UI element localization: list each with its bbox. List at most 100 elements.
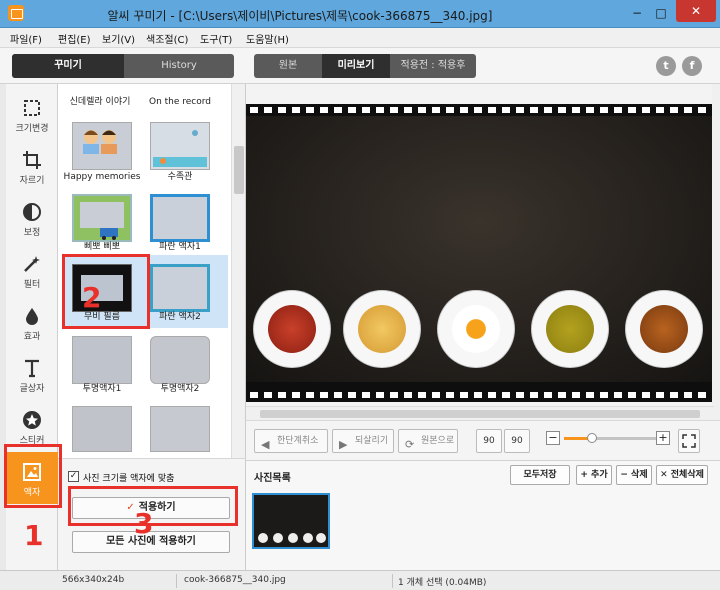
twitter-icon[interactable]: t [656,56,676,76]
frame-transparent-4[interactable] [150,406,210,452]
film-strip-frame [246,104,714,402]
zoom-slider[interactable] [564,433,656,443]
tab-preview[interactable]: 미리보기 [322,54,390,78]
frame-transparent-2[interactable] [150,336,210,384]
restore-label: 원본으로 [421,436,455,446]
left-tab-group: 꾸미기 History [12,54,234,78]
status-image-size: 566x340x24b [62,575,125,585]
tool-text[interactable]: 글상자 [6,348,58,398]
effect-drop-icon [26,308,38,325]
tool-effect[interactable]: 효과 [6,296,58,346]
food-plate [438,291,514,367]
frame-happy-memories[interactable] [72,122,132,170]
photo-list-title: 사진목록 [254,473,291,484]
restore-icon: ⟳ [405,438,415,451]
menu-color[interactable]: 색조절(C) [146,31,188,46]
save-all-button[interactable]: 모두저장 [510,465,570,485]
tool-resize[interactable]: 크기변경 [6,88,58,138]
facebook-icon[interactable]: f [682,56,702,76]
thumb-plate [316,533,326,543]
menu-tools[interactable]: 도구(T) [200,31,232,46]
tool-sticker[interactable]: 스티커 [6,400,58,450]
scrollbar-thumb[interactable] [234,146,244,194]
redo-arrow-icon: ▶ [339,438,348,451]
tool-filter[interactable]: 필터 [6,244,58,294]
menu-help[interactable]: 도움말(H) [246,31,289,46]
undo-arrow-icon: ◀ [261,438,270,451]
frame-aquarium[interactable] [150,122,210,170]
frame-label: 투명액자1 [82,384,122,394]
tool-adjust[interactable]: 보정 [6,192,58,242]
fit-to-frame-checkbox[interactable]: ✓ [68,471,79,482]
scrollbar-thumb[interactable] [260,410,700,418]
fit-to-frame-label: 사진 크기를 액자에 맞춤 [83,474,175,484]
photo-list-panel: 사진목록 모두저장 + 추가 − 삭제 ✕ 전체삭제 [246,460,720,570]
tab-original[interactable]: 원본 [254,54,322,78]
frame-transparent-1[interactable] [72,336,132,384]
tab-before-after[interactable]: 적용전 : 적용후 [390,54,476,78]
status-divider [176,574,177,588]
tool-label: 글상자 [19,384,45,394]
delete-all-button[interactable]: ✕ 전체삭제 [656,465,708,485]
thumb-plate [303,533,313,543]
aquarium-illustration-icon [153,130,207,167]
status-selection: 1 개체 선택 (0.04MB) [398,578,487,588]
frame-ppippo[interactable] [72,194,132,242]
fit-screen-button[interactable] [678,429,700,453]
view-tab-group: 원본 미리보기 적용전 : 적용후 [254,54,476,78]
annotation-step-1: 1 [24,519,44,552]
frame-label: On the record [148,97,212,107]
crop-icon [23,151,41,169]
filter-wand-icon [24,256,40,272]
annotation-box-movie-film [62,254,150,329]
film-perforation [250,107,710,113]
menu-bar: 파일(F) 편집(E) 보기(V) 색조절(C) 도구(T) 도움말(H) [0,28,720,48]
menu-file[interactable]: 파일(F) [10,31,42,46]
zoom-slider-knob[interactable] [586,433,597,443]
redo-button[interactable]: ▶ 되살리기 [332,429,394,453]
maximize-button[interactable]: □ [650,4,672,24]
resize-icon [24,100,40,116]
kids-illustration-icon [83,130,117,154]
frame-label: 투명액자2 [160,384,200,394]
tab-decorate[interactable]: 꾸미기 [12,54,124,78]
tool-crop[interactable]: 자르기 [6,140,58,190]
status-filename: cook-366875__340.jpg [184,575,286,585]
frame-transparent-3[interactable] [72,406,132,452]
add-photo-button[interactable]: + 추가 [576,465,612,485]
menu-view[interactable]: 보기(V) [102,31,135,46]
preview-horizontal-scrollbar[interactable] [246,406,714,420]
image-preview [246,84,714,406]
tool-label: 크기변경 [15,124,49,134]
preview-vertical-scrollbar[interactable] [712,84,720,420]
film-perforation [250,392,710,398]
undo-button[interactable]: ◀ 한단계취소 [254,429,328,453]
minimize-button[interactable]: − [626,4,648,24]
photo-thumbnail[interactable] [252,493,330,549]
frame-label: 파란 액자1 [159,242,201,252]
zoom-out-button[interactable]: − [546,431,560,445]
zoom-in-button[interactable]: + [656,431,670,445]
title-bar: 알씨 꾸미기 - [C:\Users\제이비\Pictures\제목\cook-… [0,0,720,28]
window-title: 알씨 꾸미기 - [C:\Users\제이비\Pictures\제목\cook-… [107,9,493,23]
delete-photo-button[interactable]: − 삭제 [616,465,652,485]
tool-label: 보정 [23,228,41,238]
food-plate [626,291,702,367]
status-bar: 566x340x24b cook-366875__340.jpg 1 개체 선택… [0,570,720,590]
restore-original-button[interactable]: ⟳ 원본으로 [398,429,458,453]
annotation-step-2: 2 [82,281,102,314]
frame-list-scrollbar[interactable] [231,84,245,458]
annotation-step-3: 3 [134,507,154,540]
close-button[interactable]: ✕ [676,0,716,22]
rotate-right-button[interactable]: 90 [504,429,530,453]
top-tab-row: 꾸미기 History 원본 미리보기 적용전 : 적용후 t f [0,48,720,84]
sticker-star-icon [23,411,41,429]
frame-label: 파란 액자2 [159,312,201,322]
frame-blue-2[interactable] [150,264,210,312]
menu-edit[interactable]: 편집(E) [58,31,91,46]
rotate-left-button[interactable]: 90 [476,429,502,453]
edit-toolbar: ◀ 한단계취소 ▶ 되살리기 ⟳ 원본으로 90 90 − + [246,420,720,460]
thumb-plate [258,533,268,543]
frame-blue-1[interactable] [150,194,210,242]
tab-history[interactable]: History [124,54,234,78]
